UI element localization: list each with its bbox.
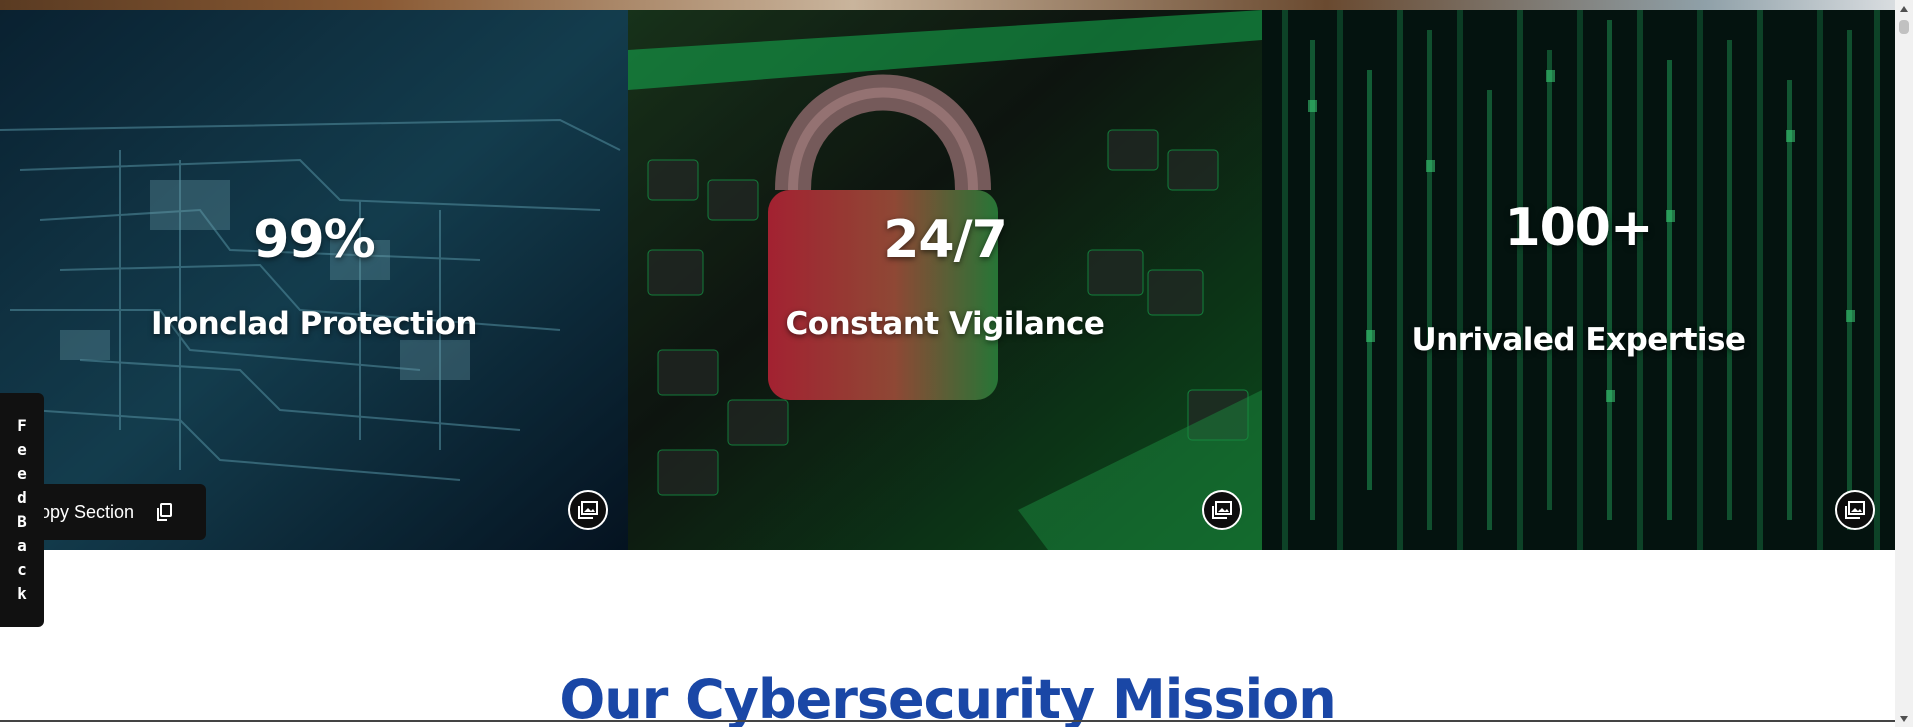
copy-icon — [157, 503, 173, 521]
copy-section-label: opy Section — [40, 501, 135, 522]
feedback-label: FeedBack — [17, 416, 27, 603]
stat-value: 24/7 — [883, 210, 1008, 270]
copy-section-button[interactable]: opy Section — [26, 484, 206, 540]
stat-label: Ironclad Protection — [151, 306, 477, 342]
matrix-code-image — [1262, 10, 1895, 550]
stat-card-protection: 99% Ironclad Protection — [0, 10, 628, 550]
image-badge-button[interactable] — [568, 490, 608, 530]
previous-section-image-edge — [0, 0, 1895, 10]
circuit-board-image — [0, 10, 628, 550]
stats-row: 99% Ironclad Protection 24/7 Constant Vi… — [0, 10, 1895, 550]
image-badge-button[interactable] — [1835, 490, 1875, 530]
vertical-scrollbar[interactable] — [1895, 0, 1913, 727]
image-icon — [1845, 501, 1865, 519]
stat-value: 100+ — [1504, 198, 1653, 258]
stat-card-expertise: 100+ Unrivaled Expertise — [1262, 10, 1895, 550]
padlock-keyboard-image — [628, 10, 1262, 550]
feedback-tab[interactable]: FeedBack — [0, 393, 44, 627]
stat-label: Unrivaled Expertise — [1411, 322, 1746, 358]
mission-heading: Our Cybersecurity Mission — [559, 668, 1336, 727]
scroll-up-arrow-icon[interactable] — [1895, 0, 1913, 17]
stat-value: 99% — [253, 210, 375, 270]
scroll-down-arrow-icon[interactable] — [1895, 710, 1913, 727]
image-badge-button[interactable] — [1202, 490, 1242, 530]
scrollbar-thumb[interactable] — [1899, 20, 1909, 34]
stat-card-vigilance: 24/7 Constant Vigilance — [628, 10, 1262, 550]
stat-label: Constant Vigilance — [785, 306, 1105, 342]
image-icon — [578, 501, 598, 519]
image-icon — [1212, 501, 1232, 519]
viewport-bottom-border — [0, 720, 1895, 722]
